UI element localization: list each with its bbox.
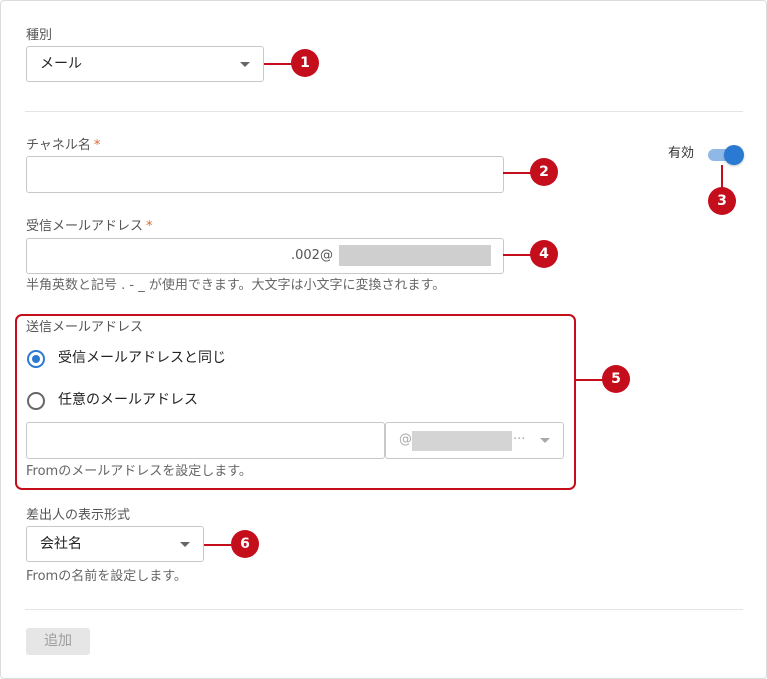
enabled-label: 有効 (668, 146, 695, 161)
radio-option-custom[interactable]: 任意のメールアドレス (26, 391, 266, 411)
type-select-value: メール (40, 56, 82, 72)
channel-name-label: チャネル名 * (26, 138, 100, 154)
callout-connector (204, 544, 234, 546)
receive-address-label-text: 受信メールアドレス (26, 219, 144, 234)
callout-1: 1 (291, 49, 319, 77)
domain-prefix: @ (399, 432, 412, 447)
receive-address-input[interactable]: .002@ (26, 238, 504, 274)
callout-connector (503, 254, 533, 256)
sender-display-select[interactable]: 会社名 (26, 526, 204, 562)
required-mark: * (93, 138, 101, 153)
receive-address-value: .002@ (291, 248, 333, 263)
receive-address-label: 受信メールアドレス * (26, 219, 153, 235)
radio-selected-icon (27, 350, 45, 368)
callout-5: 5 (602, 365, 630, 393)
send-address-local-input[interactable] (26, 422, 385, 459)
add-button[interactable]: 追加 (26, 628, 90, 655)
radio-option-same[interactable]: 受信メールアドレスと同じ (26, 349, 266, 369)
chevron-down-icon (240, 62, 250, 67)
divider (25, 609, 743, 610)
callout-connector (575, 379, 605, 381)
send-address-domain-select[interactable]: @ ··· (385, 422, 564, 459)
required-mark: * (146, 219, 153, 234)
radio-option-same-label: 受信メールアドレスと同じ (58, 350, 226, 366)
callout-2: 2 (530, 158, 558, 186)
sender-display-hint: Fromの名前を設定します。 (26, 569, 187, 584)
channel-name-input[interactable] (26, 156, 504, 193)
domain-suffix: ··· (513, 432, 526, 447)
chevron-down-icon (180, 542, 190, 547)
enabled-toggle[interactable] (708, 144, 746, 166)
radio-unselected-icon (27, 392, 45, 410)
receive-address-hint: 半角英数と記号 . - _ が使用できます。大文字は小文字に変換されます。 (26, 278, 446, 293)
divider (25, 111, 743, 112)
callout-3: 3 (708, 187, 736, 215)
type-label: 種別 (26, 28, 53, 43)
redacted-domain (412, 431, 512, 451)
send-address-label: 送信メールアドレス (26, 320, 144, 335)
callout-connector (264, 63, 294, 65)
sender-display-label: 差出人の表示形式 (26, 508, 131, 523)
form-panel: 種別 メール チャネル名 * 有効 受信メールアドレス * .002@ 半角英数と記… (0, 0, 767, 679)
callout-4: 4 (530, 240, 558, 268)
radio-option-custom-label: 任意のメールアドレス (58, 392, 198, 408)
redacted-domain (339, 245, 491, 266)
callout-connector (503, 172, 533, 174)
callout-6: 6 (231, 530, 259, 558)
channel-name-label-text: チャネル名 (26, 138, 91, 153)
sender-display-value: 会社名 (40, 536, 82, 552)
toggle-knob (724, 145, 744, 165)
type-select[interactable]: メール (26, 46, 264, 82)
chevron-down-icon (540, 438, 550, 443)
send-address-hint: Fromのメールアドレスを設定します。 (26, 464, 252, 479)
